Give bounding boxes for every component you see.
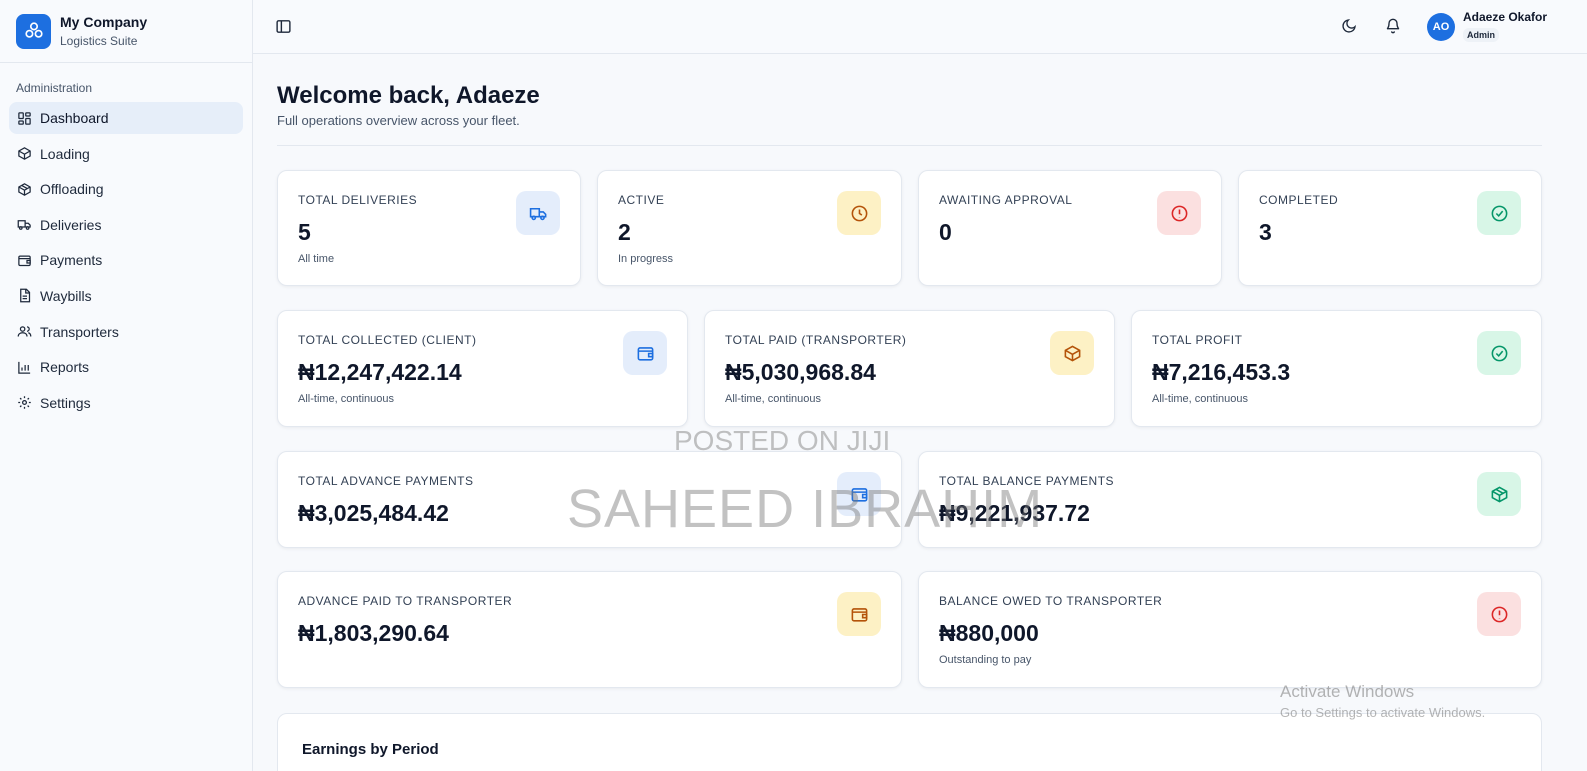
card-label: TOTAL PAID (TRANSPORTER): [725, 333, 907, 347]
stat-card-total-balance-payments: TOTAL BALANCE PAYMENTS ₦9,221,937.72: [918, 451, 1542, 548]
sidebar-item-label: Dashboard: [40, 110, 109, 126]
card-subtext: All-time, continuous: [298, 393, 394, 405]
stat-card-completed: COMPLETED 3: [1238, 170, 1542, 286]
box-icon: [1477, 472, 1521, 516]
wallet-icon: [837, 592, 881, 636]
clock-icon: [837, 191, 881, 235]
sidebar-item-settings[interactable]: Settings: [9, 387, 243, 419]
card-label: TOTAL ADVANCE PAYMENTS: [298, 474, 474, 488]
avatar[interactable]: AO: [1427, 13, 1455, 41]
top-bar: AO Adaeze Okafor Admin: [253, 0, 1587, 54]
card-label: BALANCE OWED TO TRANSPORTER: [939, 594, 1163, 608]
nav-section-label: Administration: [16, 81, 93, 95]
card-value: 3: [1259, 219, 1272, 245]
stat-card-active: ACTIVE 2 In progress: [597, 170, 902, 286]
divider: [277, 145, 1542, 146]
sidebar-item-label: Offloading: [40, 181, 104, 198]
stat-card-balance-owed-to-transporter: BALANCE OWED TO TRANSPORTER ₦880,000 Out…: [918, 571, 1542, 688]
notifications-button[interactable]: [1383, 16, 1403, 36]
document-icon: [20, 289, 31, 303]
package-icon: [18, 147, 31, 160]
user-name[interactable]: Adaeze Okafor: [1463, 10, 1547, 24]
stat-card-total-advance-payments: TOTAL ADVANCE PAYMENTS ₦3,025,484.42: [277, 451, 902, 548]
card-label: TOTAL BALANCE PAYMENTS: [939, 474, 1115, 488]
company-logo-icon: [16, 13, 51, 49]
dashboard-icon: [18, 111, 31, 125]
page-subtitle: Full operations overview across your fle…: [277, 113, 520, 128]
card-value: 0: [939, 219, 952, 245]
card-label: TOTAL PROFIT: [1152, 333, 1243, 347]
card-subtext: All-time, continuous: [725, 393, 821, 405]
box-icon: [18, 182, 31, 196]
user-role-badge: Admin: [1463, 28, 1499, 42]
card-label: ADVANCE PAID TO TRANSPORTER: [298, 594, 513, 608]
sidebar-toggle-icon: [275, 19, 291, 33]
bell-icon: [1386, 18, 1400, 34]
package-icon: [1050, 331, 1094, 375]
wallet-icon: [623, 331, 667, 375]
card-value: ₦1,803,290.64: [298, 620, 449, 646]
check-circle-icon: [1477, 191, 1521, 235]
card-value: 2: [618, 219, 631, 245]
card-value: ₦3,025,484.42: [298, 500, 449, 526]
sidebar-item-reports[interactable]: Reports: [9, 351, 243, 383]
sidebar-item-payments[interactable]: Payments: [9, 244, 243, 276]
sidebar-item-label: Loading: [40, 145, 90, 162]
earnings-title: Earnings by Period: [302, 741, 439, 758]
stat-card-awaiting-approval: AWAITING APPROVAL 0: [918, 170, 1222, 286]
sidebar-item-deliveries[interactable]: Deliveries: [9, 209, 243, 241]
sidebar-item-waybills[interactable]: Waybills: [9, 280, 243, 312]
card-label: AWAITING APPROVAL: [939, 193, 1073, 207]
company-subtitle: Logistics Suite: [60, 34, 138, 48]
truck-icon: [17, 220, 31, 231]
stat-card-total-collected: TOTAL COLLECTED (CLIENT) ₦12,247,422.14 …: [277, 310, 688, 427]
card-label: TOTAL COLLECTED (CLIENT): [298, 333, 477, 347]
sidebar-item-offloading[interactable]: Offloading: [9, 173, 243, 205]
card-value: ₦9,221,937.72: [939, 500, 1090, 526]
sidebar-item-label: Payments: [40, 252, 103, 269]
alert-circle-icon: [1157, 191, 1201, 235]
theme-toggle-button[interactable]: [1339, 16, 1359, 36]
card-value: ₦880,000: [939, 620, 1039, 646]
gear-icon: [18, 396, 31, 409]
card-value: ₦5,030,968.84: [725, 359, 876, 385]
stat-card-total-profit: TOTAL PROFIT ₦7,216,453.3 All-time, cont…: [1131, 310, 1542, 427]
card-subtext: In progress: [618, 253, 674, 265]
card-label: TOTAL DELIVERIES: [298, 193, 418, 207]
wallet-icon: [837, 472, 881, 516]
stat-card-total-deliveries: TOTAL DELIVERIES 5 All time: [277, 170, 581, 286]
sidebar: My Company Logistics Suite Administratio…: [0, 0, 253, 771]
sidebar-item-label: Transporters: [40, 323, 119, 340]
card-label: ACTIVE: [618, 193, 665, 207]
company-name: My Company: [60, 14, 148, 30]
stat-card-total-paid: TOTAL PAID (TRANSPORTER) ₦5,030,968.84 A…: [704, 310, 1115, 427]
users-icon: [17, 326, 32, 337]
sidebar-item-label: Reports: [40, 359, 90, 376]
sidebar-item-loading[interactable]: Loading: [9, 138, 243, 170]
alert-circle-icon: [1477, 592, 1521, 636]
sidebar-item-label: Settings: [40, 394, 91, 411]
sidebar-toggle-button[interactable]: [273, 16, 293, 36]
sidebar-item-label: Waybills: [40, 287, 92, 304]
sidebar-item-transporters[interactable]: Transporters: [9, 316, 243, 348]
card-subtext: Outstanding to pay: [939, 654, 1032, 666]
page-title: Welcome back, Adaeze: [277, 82, 540, 109]
brand[interactable]: My Company Logistics Suite: [0, 0, 252, 63]
card-value: 5: [298, 219, 311, 245]
card-value: ₦7,216,453.3: [1152, 359, 1291, 385]
card-label: COMPLETED: [1259, 193, 1339, 207]
sidebar-item-dashboard[interactable]: Dashboard: [9, 102, 243, 134]
card-subtext: All-time, continuous: [1152, 393, 1248, 405]
sidebar-item-label: Deliveries: [40, 216, 102, 233]
wallet-icon: [18, 255, 31, 266]
bar-chart-icon: [18, 361, 31, 374]
moon-icon: [1342, 19, 1356, 33]
sidebar-nav: Dashboard Loading Offloading Deliveries …: [0, 102, 252, 419]
earnings-panel: Earnings by Period: [277, 713, 1542, 771]
card-subtext: All time: [298, 253, 335, 265]
check-circle-icon: [1477, 331, 1521, 375]
stat-card-advance-paid-to-transporter: ADVANCE PAID TO TRANSPORTER ₦1,803,290.6…: [277, 571, 902, 688]
card-value: ₦12,247,422.14: [298, 359, 462, 385]
truck-icon: [516, 191, 560, 235]
